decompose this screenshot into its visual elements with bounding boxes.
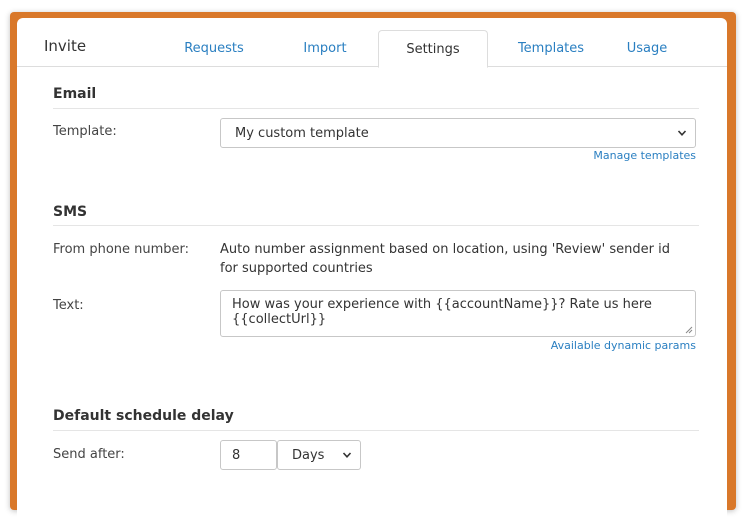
page-title: Invite — [44, 37, 87, 55]
sms-section-divider — [53, 225, 699, 226]
resize-handle-icon[interactable] — [685, 326, 693, 334]
dynamic-params-link[interactable]: Available dynamic params — [496, 339, 696, 352]
tab-templates[interactable]: Templates — [507, 30, 595, 68]
delay-value-input[interactable]: 8 — [220, 440, 277, 470]
template-select[interactable]: My custom template — [220, 118, 696, 148]
from-phone-label: From phone number: — [53, 242, 190, 257]
manage-templates-link[interactable]: Manage templates — [496, 149, 696, 162]
settings-panel: Invite Requests Import Settings Template… — [17, 18, 727, 518]
chevron-down-icon — [677, 130, 687, 136]
delay-unit-select[interactable]: Days — [277, 440, 361, 470]
tab-import[interactable]: Import — [283, 30, 367, 68]
template-label: Template: — [53, 124, 117, 139]
tab-settings[interactable]: Settings — [378, 30, 488, 68]
schedule-section-divider — [53, 430, 699, 431]
email-section-heading: Email — [53, 86, 97, 102]
tab-bar: Invite Requests Import Settings Template… — [17, 18, 727, 68]
chevron-down-icon — [342, 452, 352, 458]
sms-text-label: Text: — [53, 298, 84, 313]
from-phone-value: Auto number assignment based on location… — [220, 242, 670, 276]
tab-requests[interactable]: Requests — [167, 30, 261, 68]
sms-text-field[interactable]: How was your experience with {{accountNa… — [220, 290, 696, 337]
sms-text-value: How was your experience with {{accountNa… — [232, 297, 652, 327]
send-after-label: Send after: — [53, 447, 125, 462]
template-select-value: My custom template — [235, 126, 369, 141]
delay-unit-value: Days — [292, 448, 325, 463]
email-section-divider — [53, 108, 699, 109]
schedule-section-heading: Default schedule delay — [53, 408, 234, 424]
tab-usage[interactable]: Usage — [609, 30, 685, 68]
sms-section-heading: SMS — [53, 204, 88, 220]
